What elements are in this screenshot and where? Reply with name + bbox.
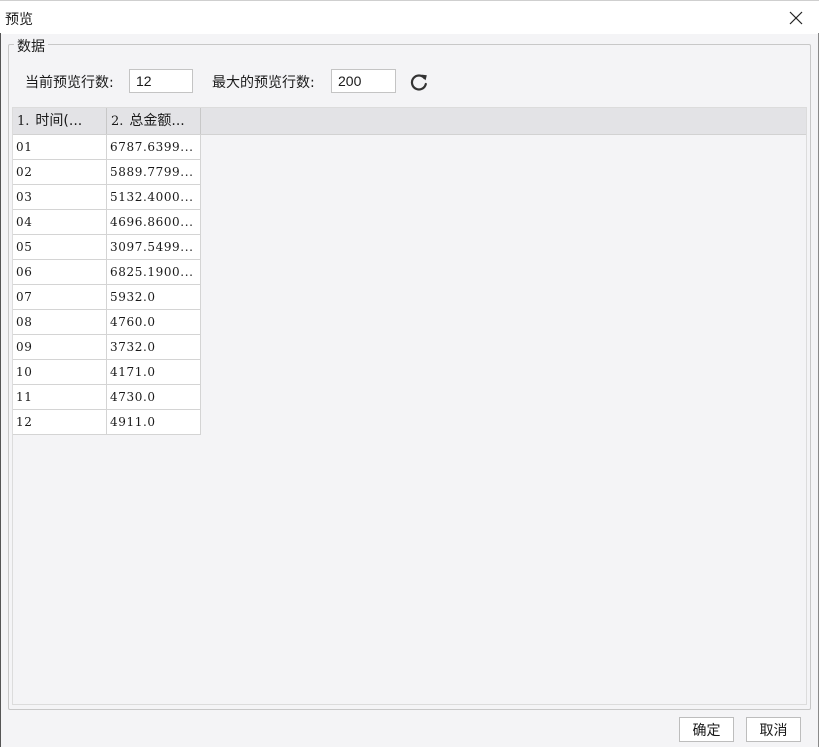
amount-cell[interactable]: 3732.0 xyxy=(107,335,201,360)
group-legend: 数据 xyxy=(14,36,48,56)
close-button[interactable] xyxy=(773,1,819,34)
title-bar: 预览 xyxy=(0,0,819,34)
ok-button[interactable]: 确定 xyxy=(679,717,734,742)
amount-cell[interactable]: 5132.4000... xyxy=(107,185,201,210)
time-cell[interactable]: 03 xyxy=(13,185,107,210)
refresh-button[interactable] xyxy=(406,69,432,95)
refresh-icon xyxy=(410,74,427,91)
time-cell[interactable]: 11 xyxy=(13,385,107,410)
amount-cell[interactable]: 5932.0 xyxy=(107,285,201,310)
time-cell[interactable]: 02 xyxy=(13,160,107,185)
amount-cell[interactable]: 3097.5499... xyxy=(107,235,201,260)
column-index: 1. xyxy=(17,114,30,129)
amount-cell[interactable]: 4730.0 xyxy=(107,385,201,410)
column-header-time[interactable]: 1. 时间(... xyxy=(13,108,107,134)
amount-cell[interactable]: 4696.8600... xyxy=(107,210,201,235)
close-icon xyxy=(789,11,803,24)
column-index: 2. xyxy=(111,114,124,129)
amount-cell[interactable]: 6825.1900... xyxy=(107,260,201,285)
window-title: 预览 xyxy=(5,12,33,28)
amount-cell[interactable]: 4760.0 xyxy=(107,310,201,335)
time-cell[interactable]: 10 xyxy=(13,360,107,385)
current-rows-input[interactable]: 12 xyxy=(129,69,193,93)
amount-cell[interactable]: 4911.0 xyxy=(107,410,201,435)
max-rows-input[interactable]: 200 xyxy=(331,69,396,93)
column-label: 时间(... xyxy=(35,113,83,129)
time-cell[interactable]: 06 xyxy=(13,260,107,285)
window-border-left xyxy=(0,33,1,747)
time-cell[interactable]: 09 xyxy=(13,335,107,360)
column-header-amount[interactable]: 2. 总金额... xyxy=(107,108,201,134)
cancel-button[interactable]: 取消 xyxy=(746,717,801,742)
time-cell[interactable]: 08 xyxy=(13,310,107,335)
max-rows-label: 最大的预览行数: xyxy=(212,75,315,91)
column-label: 总金额... xyxy=(129,113,185,129)
time-cell[interactable]: 07 xyxy=(13,285,107,310)
table-header: 1. 时间(... 2. 总金额... xyxy=(13,108,806,135)
current-rows-label: 当前预览行数: xyxy=(25,75,114,91)
time-cell[interactable]: 05 xyxy=(13,235,107,260)
time-cell[interactable]: 04 xyxy=(13,210,107,235)
time-cell[interactable]: 12 xyxy=(13,410,107,435)
time-cell[interactable]: 01 xyxy=(13,135,107,160)
amount-cell[interactable]: 4171.0 xyxy=(107,360,201,385)
amount-cell[interactable]: 5889.7799... xyxy=(107,160,201,185)
amount-cell[interactable]: 6787.6399... xyxy=(107,135,201,160)
preview-table: 1. 时间(... 2. 总金额... 01 6787.6399... 02 5889.7… xyxy=(12,107,807,705)
